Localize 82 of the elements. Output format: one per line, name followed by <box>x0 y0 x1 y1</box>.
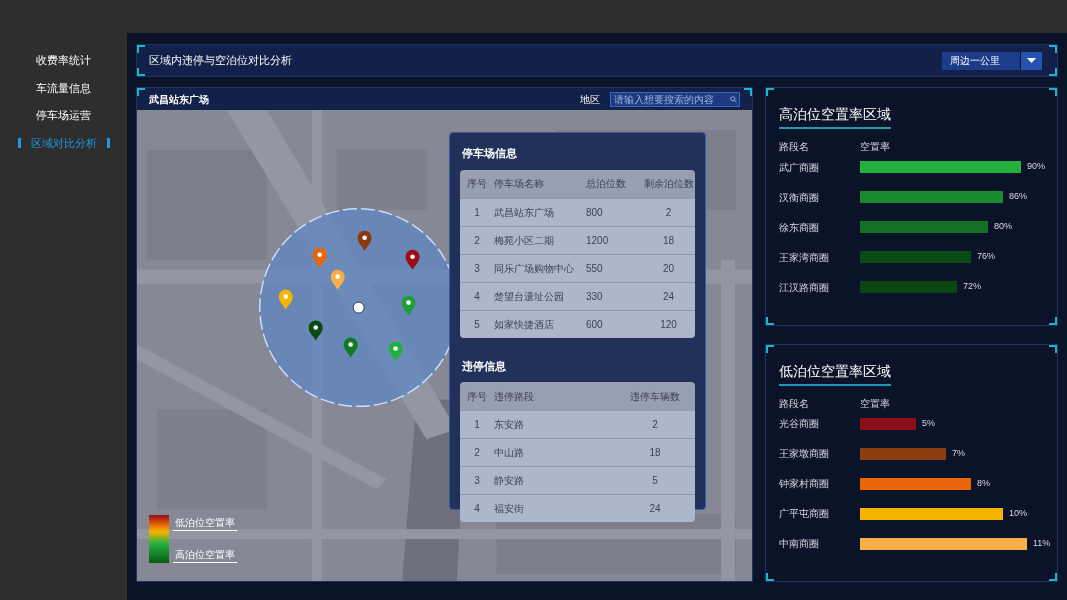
rate-value: 10% <box>1009 506 1027 520</box>
rate-value: 80% <box>994 220 1012 234</box>
region-name: 王家湾商圈 <box>779 250 830 265</box>
table-cell-text: 330 <box>586 289 604 304</box>
sidebar-item[interactable]: 停车场运营 <box>36 107 91 124</box>
table-cell-text: 2 <box>474 233 480 248</box>
sidebar-item[interactable]: 车流量信息 <box>36 79 91 96</box>
table-cell-text: 800 <box>586 205 604 220</box>
column-header: 剩余泊位数 <box>643 177 694 191</box>
region-name: 中南商圈 <box>779 537 820 551</box>
table-cell-text: 如家快捷酒店 <box>494 317 555 332</box>
page-title: 区域内违停与空泊位对比分析 <box>149 53 292 69</box>
column-header: 序号 <box>467 177 487 191</box>
center-point-icon <box>352 301 365 314</box>
region-name: 广平屯商圈 <box>779 507 830 521</box>
legend-gradient <box>149 515 169 563</box>
rate-value: 76% <box>977 250 995 264</box>
column-header: 违停路段 <box>494 389 535 404</box>
rate-value: 7% <box>952 446 965 460</box>
region-name: 汉衡商圈 <box>779 190 820 205</box>
rate-value: 90% <box>1027 160 1045 174</box>
region-name: 徐东商圈 <box>779 220 820 235</box>
region-name: 钟家村商圈 <box>779 477 830 491</box>
column-header: 停车场名称 <box>494 177 545 191</box>
table-cell-text: 2 <box>474 446 480 460</box>
table-cell-text: 静安路 <box>494 474 525 488</box>
table-cell-text: 600 <box>586 317 604 332</box>
column-header: 序号 <box>467 389 487 404</box>
table-cell-text: 24 <box>662 289 675 304</box>
table-cell-text: 中山路 <box>494 446 525 460</box>
legend-label: 低泊位空置率 <box>173 515 237 531</box>
column-header: 路段名 <box>779 140 810 154</box>
panel-title: 高泊位空置率区域 <box>779 104 891 129</box>
table-cell-text: 同乐广场购物中心 <box>494 261 575 276</box>
search-icon <box>730 95 737 103</box>
column-header: 空置率 <box>860 140 890 154</box>
table-cell-text: 4 <box>474 502 480 516</box>
legend-label: 高泊位空置率 <box>173 547 237 563</box>
table-cell-text: 550 <box>586 261 604 276</box>
table-cell-text: 东安路 <box>494 418 525 432</box>
section-title: 停车场信息 <box>461 146 518 161</box>
table-cell-text: 1 <box>474 205 480 220</box>
table-cell-text: 5 <box>474 317 480 332</box>
table-cell-text: 3 <box>474 474 480 488</box>
table-cell-text: 梅苑小区二期 <box>494 233 555 248</box>
table-cell-text: 武昌站东广场 <box>494 205 555 220</box>
table-cell-text: 1200 <box>586 233 610 248</box>
region-name: 王家墩商圈 <box>779 447 830 461</box>
region-label: 地区 <box>580 92 600 107</box>
region-name: 武广商圈 <box>779 160 820 175</box>
table-cell-text: 20 <box>662 261 675 276</box>
search-field[interactable]: 请输入想要搜索的内容 <box>610 91 740 107</box>
region-name: 江汉路商圈 <box>779 280 830 295</box>
panel-title: 低泊位空置率区域 <box>779 360 891 386</box>
rate-value: 86% <box>1009 190 1027 204</box>
section-title: 违停信息 <box>461 358 507 374</box>
table-cell-text: 2 <box>652 418 658 432</box>
region-name: 光谷商圈 <box>779 417 820 431</box>
table-cell-text: 福安街 <box>494 502 525 516</box>
rate-value: 5% <box>922 416 935 430</box>
table-cell-text: 1 <box>474 418 480 432</box>
column-header: 空置率 <box>860 396 890 411</box>
table-cell-text: 18 <box>662 233 675 248</box>
column-header: 总泊位数 <box>586 177 627 191</box>
caret-icon <box>1027 58 1036 63</box>
table-cell-text: 120 <box>660 317 677 332</box>
column-header: 路段名 <box>779 396 810 411</box>
map-title: 武昌站东广场 <box>149 92 209 107</box>
table-cell-text: 楚望台遗址公园 <box>494 289 565 304</box>
table-cell-text: 18 <box>649 446 661 460</box>
sidebar-item[interactable]: 收费率统计 <box>36 52 91 69</box>
rate-value: 72% <box>963 280 981 294</box>
sidebar-item[interactable]: 区域对比分析 <box>17 134 110 151</box>
table-cell-text: 5 <box>652 474 658 488</box>
column-header: 违停车辆数 <box>630 389 680 404</box>
rate-value: 8% <box>977 476 990 490</box>
table-cell-text: 3 <box>474 261 480 276</box>
table-cell-text: 2 <box>665 205 672 220</box>
rate-value: 11% <box>1033 536 1051 550</box>
range-dropdown[interactable]: 周边一公里 <box>942 51 1042 70</box>
table-cell-text: 24 <box>649 502 661 516</box>
table-cell-text: 4 <box>474 289 480 304</box>
